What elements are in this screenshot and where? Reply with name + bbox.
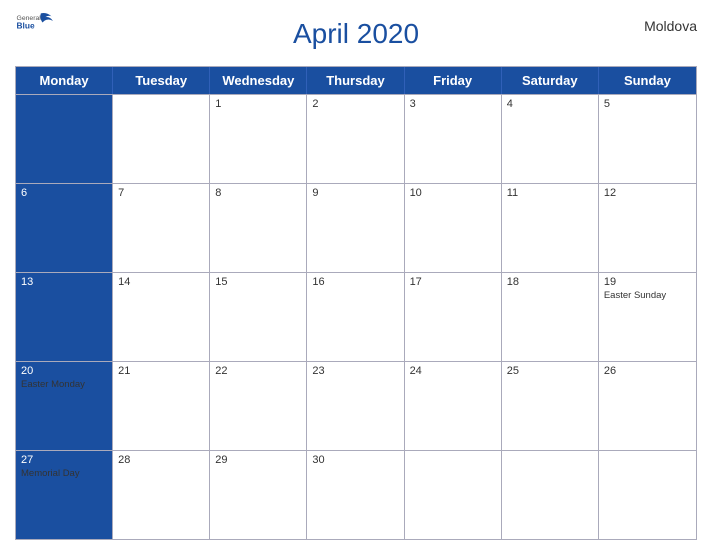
calendar-cell-r1c1 — [16, 95, 113, 183]
calendar-row-1: 12345 — [16, 94, 696, 183]
header-sunday: Sunday — [599, 67, 696, 94]
calendar-cell-r5c4: 30 — [307, 451, 404, 539]
day-number: 22 — [215, 365, 301, 377]
calendar-cell-r5c7 — [599, 451, 696, 539]
day-number: 5 — [604, 98, 691, 110]
calendar-cell-r4c1: 20 Easter Monday — [16, 362, 113, 450]
event-label: Memorial Day — [21, 468, 107, 479]
day-number: 12 — [604, 187, 691, 199]
calendar-cell-r4c5: 24 — [405, 362, 502, 450]
day-number: 30 — [312, 454, 398, 466]
day-number: 10 — [410, 187, 496, 199]
day-number: 17 — [410, 276, 496, 288]
day-number: 13 — [21, 276, 107, 288]
calendar-cell-r1c2 — [113, 95, 210, 183]
calendar-cell-r5c2: 28 — [113, 451, 210, 539]
calendar-row-3: 13 14 15 16 17 18 19 Easter Sunday — [16, 272, 696, 361]
calendar-cell-r5c5 — [405, 451, 502, 539]
calendar-grid: Monday Tuesday Wednesday Thursday Friday… — [15, 66, 697, 540]
calendar-cell-r3c7: 19 Easter Sunday — [599, 273, 696, 361]
day-number: 27 — [21, 454, 107, 466]
day-number: 26 — [604, 365, 691, 377]
calendar-cell-r3c5: 17 — [405, 273, 502, 361]
calendar-cell-r2c5: 10 — [405, 184, 502, 272]
calendar-cell-r2c7: 12 — [599, 184, 696, 272]
calendar-cell-r4c4: 23 — [307, 362, 404, 450]
day-number: 15 — [215, 276, 301, 288]
calendar-cell-r1c4: 2 — [307, 95, 404, 183]
header-tuesday: Tuesday — [113, 67, 210, 94]
event-label: Easter Sunday — [604, 290, 691, 301]
calendar-cell-r4c7: 26 — [599, 362, 696, 450]
page-title: April 2020 — [293, 18, 419, 50]
day-number: 18 — [507, 276, 593, 288]
header-wednesday: Wednesday — [210, 67, 307, 94]
calendar-row-4: 20 Easter Monday 21 22 23 24 25 26 — [16, 361, 696, 450]
day-number: 16 — [312, 276, 398, 288]
calendar-page: General Blue April 2020 Moldova Monday T… — [0, 0, 712, 550]
calendar-cell-r3c6: 18 — [502, 273, 599, 361]
day-number: 7 — [118, 187, 204, 199]
day-number: 28 — [118, 454, 204, 466]
day-number: 8 — [215, 187, 301, 199]
calendar-cell-r2c6: 11 — [502, 184, 599, 272]
calendar-cell-r3c4: 16 — [307, 273, 404, 361]
calendar-cell-r1c7: 5 — [599, 95, 696, 183]
day-number: 23 — [312, 365, 398, 377]
day-number: 4 — [507, 98, 593, 110]
calendar-cell-r2c3: 8 — [210, 184, 307, 272]
day-number: 9 — [312, 187, 398, 199]
day-number: 3 — [410, 98, 496, 110]
day-number: 2 — [312, 98, 398, 110]
calendar-cell-r3c1: 13 — [16, 273, 113, 361]
day-number: 19 — [604, 276, 691, 288]
calendar-cell-r1c5: 3 — [405, 95, 502, 183]
calendar-cell-r4c3: 22 — [210, 362, 307, 450]
calendar-cell-r2c1: 6 — [16, 184, 113, 272]
header-thursday: Thursday — [307, 67, 404, 94]
calendar-row-2: 6789 10 11 12 — [16, 183, 696, 272]
day-number: 29 — [215, 454, 301, 466]
day-number: 11 — [507, 187, 593, 199]
calendar-cell-r5c1: 27 Memorial Day — [16, 451, 113, 539]
day-number: 20 — [21, 365, 107, 377]
svg-text:Blue: Blue — [17, 21, 35, 31]
country-label: Moldova — [644, 18, 697, 34]
event-label: Easter Monday — [21, 379, 107, 390]
calendar-cell-r1c3: 1 — [210, 95, 307, 183]
header-friday: Friday — [405, 67, 502, 94]
calendar-row-5: 27 Memorial Day 28 29 30 — [16, 450, 696, 539]
day-number: 14 — [118, 276, 204, 288]
calendar-cell-r3c2: 14 — [113, 273, 210, 361]
page-header: General Blue April 2020 Moldova — [15, 10, 697, 58]
calendar-cell-r2c4: 9 — [307, 184, 404, 272]
logo-icon: General Blue — [15, 10, 53, 38]
calendar-cell-r1c6: 4 — [502, 95, 599, 183]
calendar-cell-r5c3: 29 — [210, 451, 307, 539]
header-monday: Monday — [16, 67, 113, 94]
day-number: 24 — [410, 365, 496, 377]
day-number: 25 — [507, 365, 593, 377]
day-number: 1 — [215, 98, 301, 110]
day-number: 21 — [118, 365, 204, 377]
logo: General Blue — [15, 10, 53, 38]
day-number: 6 — [21, 187, 107, 199]
calendar-cell-r4c6: 25 — [502, 362, 599, 450]
calendar-cell-r4c2: 21 — [113, 362, 210, 450]
calendar-cell-r5c6 — [502, 451, 599, 539]
calendar-cell-r2c2: 7 — [113, 184, 210, 272]
calendar-weekday-header: Monday Tuesday Wednesday Thursday Friday… — [16, 67, 696, 94]
calendar-body: 12345678910111213141516171819Easter Sund… — [16, 94, 696, 539]
header-saturday: Saturday — [502, 67, 599, 94]
calendar-cell-r3c3: 15 — [210, 273, 307, 361]
